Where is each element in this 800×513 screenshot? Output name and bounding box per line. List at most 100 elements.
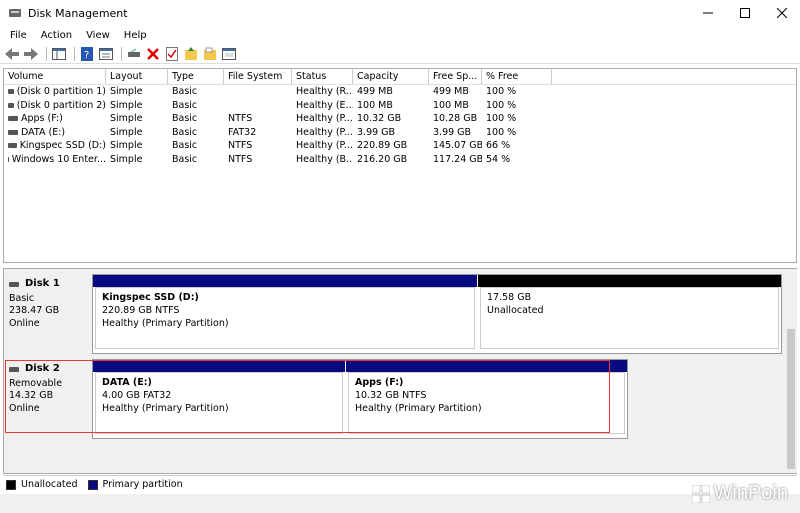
partition-block[interactable]: DATA (E:) 4.00 GB FAT32 Healthy (Primary… [93, 360, 345, 438]
legend: Unallocated Primary partition [3, 475, 797, 493]
disk-info[interactable]: Disk 1 Basic 238.47 GB Online [4, 274, 90, 354]
title-bar: Disk Management [0, 0, 800, 26]
properties-icon[interactable] [98, 46, 114, 62]
cell-text: (Disk 0 partition 2) [16, 99, 106, 111]
close-button[interactable] [763, 0, 800, 26]
legend-label-primary: Primary partition [102, 479, 183, 490]
table-row[interactable]: Windows 10 Enter... Simple Basic NTFS Health… [4, 153, 796, 167]
check-icon[interactable] [164, 46, 180, 62]
table-cell: Basic [168, 85, 224, 99]
disk-icon [9, 281, 19, 287]
cell-text: Simple [110, 140, 143, 151]
cell-text: DATA (E:) [21, 126, 66, 138]
help-icon[interactable]: ? [79, 46, 95, 62]
partition-color-bar [93, 275, 477, 287]
table-cell: NTFS [224, 139, 292, 153]
table-cell: (Disk 0 partition 1) [4, 85, 106, 99]
legend-swatch-unallocated [6, 479, 16, 490]
connect-drive-icon[interactable] [126, 46, 142, 62]
cell-text: Basic [172, 153, 198, 165]
maximize-button[interactable] [726, 0, 763, 26]
cell-text: 117.24 GB [433, 153, 482, 165]
column-header-volume[interactable]: Volume [4, 69, 106, 84]
delete-icon[interactable] [145, 46, 161, 62]
partition-strip: Kingspec SSD (D:) 220.89 GB NTFS Healthy… [92, 274, 782, 354]
cell-text: (Disk 0 partition 1) [16, 86, 106, 97]
cell-text: Healthy (P... [296, 113, 353, 124]
minimize-button[interactable] [689, 0, 726, 26]
table-row[interactable]: (Disk 0 partition 1) Simple Basic Healthy (… [4, 85, 796, 99]
cell-text: 100 % [486, 86, 517, 97]
partition-detail: 4.00 GB FAT32 [102, 390, 172, 401]
table-row[interactable]: Apps (F:) Simple Basic NTFS Healthy (P... 10.… [4, 112, 796, 126]
partition-detail: 17.58 GB [487, 292, 532, 303]
cell-text: 220.89 GB [357, 140, 408, 151]
cell-text: Simple [110, 153, 143, 165]
disk-row[interactable]: Disk 2 Removable 14.32 GB Online DATA (E… [4, 359, 794, 439]
volume-icon [8, 156, 9, 162]
cell-text: Basic [172, 99, 198, 111]
column-header-capacity[interactable]: Capacity [353, 69, 429, 84]
disk-row[interactable]: Disk 1 Basic 238.47 GB Online Kingspec S… [4, 274, 794, 354]
cell-text: NTFS [228, 153, 253, 165]
table-cell: Apps (F:) [4, 112, 106, 126]
partition-block[interactable]: Kingspec SSD (D:) 220.89 GB NTFS Healthy… [93, 275, 477, 353]
disk-info[interactable]: Disk 2 Removable 14.32 GB Online [4, 359, 90, 439]
column-header-layout[interactable]: Layout [106, 69, 168, 84]
scrollbar-thumb[interactable] [787, 329, 795, 469]
disk-type: Removable [9, 377, 63, 389]
disk-size: 14.32 GB [9, 390, 54, 401]
column-header-percent-free[interactable]: % Free [482, 69, 552, 84]
cell-text: NTFS [228, 140, 253, 151]
cell-text: Basic [172, 86, 198, 97]
cell-text: 10.32 GB [357, 113, 402, 124]
partition-detail: 10.32 GB NTFS [355, 390, 427, 401]
svg-text:?: ? [84, 50, 89, 61]
menu-file[interactable]: File [3, 30, 34, 41]
disk-graphical-view: Disk 1 Basic 238.47 GB Online Kingspec S… [3, 268, 797, 474]
back-icon[interactable] [4, 46, 20, 62]
cell-text: Healthy (E... [296, 99, 353, 111]
toolbar: ? [0, 44, 800, 64]
partition-status: Unallocated [487, 305, 544, 316]
disk-pane-scrollbar[interactable] [785, 269, 797, 473]
folder-up-icon[interactable] [183, 46, 199, 62]
cell-text: 100 % [486, 113, 517, 124]
new-folder-icon[interactable] [202, 46, 218, 62]
table-cell: Healthy (E... [292, 99, 353, 113]
table-row[interactable]: Kingspec SSD (D:) Simple Basic NTFS Healthy … [4, 139, 796, 153]
volume-icon [8, 129, 18, 135]
partition-name: Kingspec SSD (D:) [102, 292, 199, 303]
legend-swatch-primary [87, 479, 98, 490]
column-header-status[interactable]: Status [292, 69, 353, 84]
cell-text: Kingspec SSD (D:) [19, 140, 106, 151]
forward-icon[interactable] [23, 46, 39, 62]
menu-bar: File Action View Help [0, 26, 800, 44]
window-title: Disk Management [28, 6, 128, 20]
partition-status: Healthy (Primary Partition) [102, 318, 229, 329]
menu-action[interactable]: Action [34, 30, 79, 41]
table-cell: 100 % [482, 99, 552, 113]
partition-block[interactable]: Apps (F:) 10.32 GB NTFS Healthy (Primary… [346, 360, 627, 438]
partition-detail: 220.89 GB NTFS [102, 305, 180, 316]
disk-management-icon [9, 9, 21, 17]
cell-text: 54 % [486, 153, 511, 165]
watermark-text: WinPoin [713, 482, 788, 504]
table-cell: Basic [168, 126, 224, 140]
cell-text: Simple [110, 99, 143, 111]
column-header-free-space[interactable]: Free Sp... [429, 69, 482, 84]
disk-status: Online [9, 317, 40, 329]
column-header-type[interactable]: Type [168, 69, 224, 84]
windows-logo-icon [691, 484, 710, 503]
partition-name: Apps (F:) [355, 377, 404, 388]
table-row[interactable]: DATA (E:) Simple Basic FAT32 Healthy (P... 3.… [4, 126, 796, 140]
partition-block[interactable]: 17.58 GB Unallocated [478, 275, 781, 353]
table-cell: FAT32 [224, 126, 292, 140]
table-cell: Healthy (R... [292, 85, 353, 99]
menu-view[interactable]: View [79, 30, 117, 41]
menu-help[interactable]: Help [117, 30, 154, 41]
column-header-file-system[interactable]: File System [224, 69, 292, 84]
table-row[interactable]: (Disk 0 partition 2) Simple Basic Healthy (… [4, 99, 796, 113]
show-hide-console-tree-icon[interactable] [51, 46, 67, 62]
console-icon[interactable] [221, 46, 237, 62]
